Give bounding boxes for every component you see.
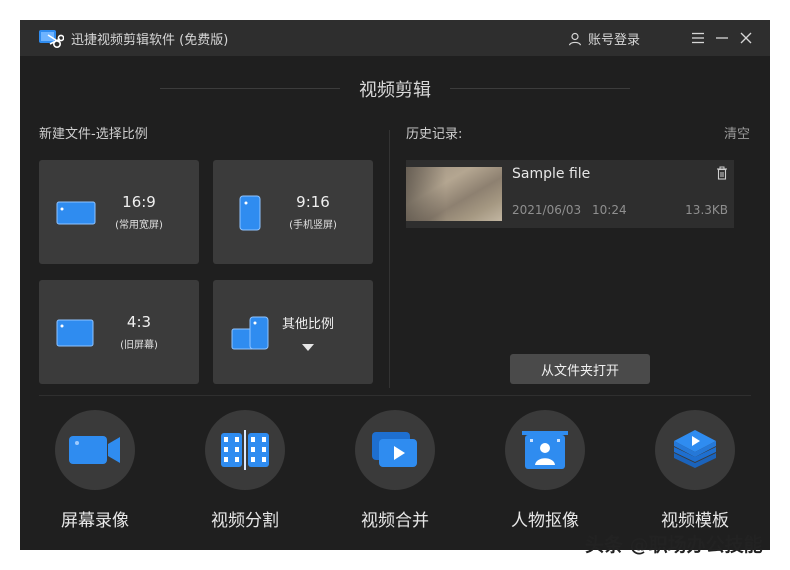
standard-screen-icon: [56, 319, 94, 347]
section-title: 视频剪辑: [359, 80, 431, 101]
tool-label: 屏幕录像: [61, 511, 129, 531]
menu-button[interactable]: [688, 28, 708, 48]
app-window: 迅捷视频剪辑软件 (免费版) 账号登录 视频剪辑 新建文件-选择比例 16:9 …: [20, 20, 770, 550]
tools-divider: [39, 395, 751, 396]
watermark: 头条 @职场办公技能: [585, 534, 763, 556]
portrait-phone-icon: [239, 195, 261, 231]
widescreen-icon: [56, 201, 96, 225]
app-title: 迅捷视频剪辑软件 (免费版): [71, 33, 229, 48]
ratio-card-4-3[interactable]: 4:3 (旧屏幕): [39, 280, 199, 384]
title-bar: 迅捷视频剪辑软件 (免费版) 账号登录: [20, 20, 770, 56]
history-file-size: 13.3KB: [685, 203, 728, 217]
open-from-folder-button[interactable]: 从文件夹打开: [510, 354, 650, 384]
tool-label: 人物抠像: [511, 511, 579, 531]
layers-template-icon: [674, 430, 716, 468]
close-button[interactable]: [736, 28, 756, 48]
title-line-right: [450, 88, 630, 89]
ratio-desc: (常用宽屏): [115, 220, 163, 231]
close-icon: [740, 32, 752, 44]
ratio-desc: (手机竖屏): [289, 220, 337, 231]
ratio-label: 4:3: [126, 313, 152, 331]
minimize-button[interactable]: [712, 28, 732, 48]
clear-history-button[interactable]: 清空: [724, 123, 750, 142]
history-file-date: 2021/06/03: [512, 203, 582, 217]
film-split-icon: [221, 430, 269, 470]
tool-circle[interactable]: [355, 410, 435, 490]
tool-label: 视频合并: [361, 511, 429, 531]
tool-circle[interactable]: [655, 410, 735, 490]
history-title: 历史记录:: [406, 127, 463, 142]
history-file-time: 10:24: [592, 203, 627, 217]
app-logo-icon: [39, 30, 64, 49]
account-login-label: 账号登录: [588, 33, 641, 48]
dropdown-triangle-icon[interactable]: [302, 344, 314, 352]
ratio-label: 16:9: [122, 193, 156, 211]
other-ratio-icon: [231, 316, 269, 350]
history-file-name: Sample file: [512, 166, 591, 182]
new-file-title: 新建文件-选择比例: [39, 127, 148, 142]
thumbnail-shade: [406, 167, 446, 221]
ratio-desc: (旧屏幕): [120, 340, 158, 351]
person-cutout-icon: [522, 431, 568, 469]
ratio-card-16-9[interactable]: 16:9 (常用宽屏): [39, 160, 199, 264]
tool-label: 视频分割: [211, 511, 279, 531]
tool-circle[interactable]: [205, 410, 285, 490]
minimize-icon: [716, 37, 728, 39]
ratio-card-9-16[interactable]: 9:16 (手机竖屏): [213, 160, 373, 264]
trash-icon[interactable]: [716, 166, 728, 180]
history-item[interactable]: Sample file 2021/06/03 10:24 13.3KB: [406, 160, 734, 228]
hamburger-icon: [692, 32, 704, 44]
ratio-label: 9:16: [296, 193, 330, 211]
camera-icon: [69, 436, 120, 464]
tool-label: 视频模板: [661, 511, 729, 531]
ratio-card-other[interactable]: 其他比例: [213, 280, 373, 384]
ratio-label: 其他比例: [281, 317, 334, 332]
tool-circle[interactable]: [505, 410, 585, 490]
user-icon: [568, 32, 582, 45]
panel-divider: [389, 130, 390, 388]
tool-circle[interactable]: [55, 410, 135, 490]
account-login-button[interactable]: 账号登录: [568, 29, 640, 48]
video-merge-icon: [372, 432, 417, 467]
